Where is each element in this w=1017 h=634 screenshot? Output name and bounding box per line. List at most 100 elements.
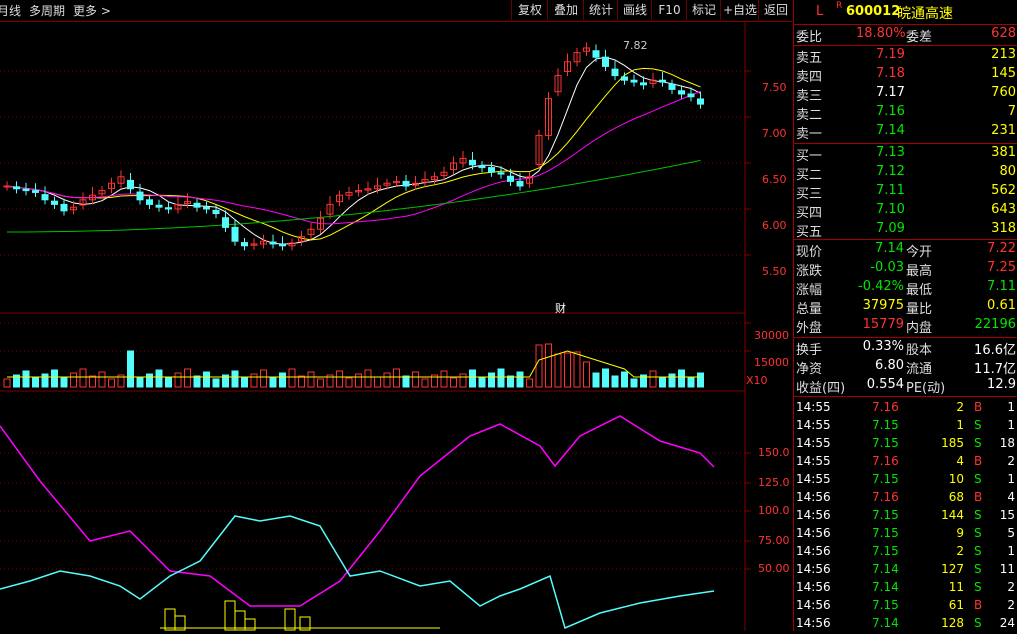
multi-period-tab[interactable]: 多周期 [29, 2, 65, 19]
indicator-tick-label: 100.0 [758, 504, 790, 517]
add-watchlist-button[interactable]: +自选 [720, 0, 759, 20]
bid-label: 买五 [796, 225, 823, 240]
volume-bar [279, 372, 286, 388]
tick-price: 7.16 [872, 400, 899, 414]
stat-value: 15779 [862, 317, 904, 332]
tick-count: 2 [1007, 598, 1015, 612]
f10-button[interactable]: F10 [651, 0, 687, 20]
candle-body [231, 226, 239, 242]
volume-bar [260, 369, 267, 388]
bid-row: 买二 7.12 80 [794, 164, 1017, 183]
stat-row: 外盘 15779 内盘 22196 [794, 317, 1017, 336]
mark-button[interactable]: 标记 [686, 0, 721, 20]
candle-body [602, 56, 609, 67]
tick-count: 1 [1007, 418, 1015, 432]
ask-label: 卖一 [796, 127, 823, 142]
tick-volume: 144 [941, 508, 964, 522]
candle-body [611, 68, 619, 77]
stat-row: 涨跌 -0.03 最高 7.25 [794, 260, 1017, 279]
candle-body [402, 180, 410, 187]
volume-bar [440, 370, 448, 388]
more-menu[interactable]: 更多 > [73, 2, 111, 19]
candle-body [22, 188, 30, 192]
candle-body [497, 172, 505, 175]
candle-body [269, 241, 277, 245]
volume-bar [355, 373, 362, 388]
bid-volume: 381 [991, 145, 1016, 160]
volume-bar [165, 376, 172, 388]
tick-price: 7.15 [872, 436, 899, 450]
tick-time: 14:56 [796, 508, 831, 522]
ask-volume: 145 [991, 66, 1016, 81]
volume-bar [146, 373, 153, 388]
candle-body [488, 167, 495, 173]
tick-price: 7.16 [872, 454, 899, 468]
period-monthly-tab[interactable]: 月线 [0, 2, 21, 19]
volume-bar [526, 378, 533, 388]
volume-bar [554, 353, 562, 388]
volume-bar [602, 368, 609, 388]
volume-tick-label: 15000 [754, 356, 789, 369]
fuquan-button[interactable]: 复权 [511, 0, 548, 20]
r-flag: R [836, 1, 843, 11]
volume-bar [3, 378, 11, 388]
bid-volume: 562 [991, 183, 1016, 198]
candle-body [478, 165, 486, 169]
tick-count: 2 [1007, 580, 1015, 594]
stat-label: 今开 [906, 245, 933, 260]
ask-row: 卖一 7.14 231 [794, 123, 1017, 142]
indicator-bar [164, 608, 176, 631]
fund-value: 0.33% [862, 339, 904, 354]
tick-price: 7.15 [872, 508, 899, 522]
volume-bar [79, 368, 87, 388]
tick-count: 24 [999, 616, 1015, 630]
ask-row: 卖五 7.19 213 [794, 47, 1017, 66]
volume-bar [488, 372, 495, 388]
tick-volume: 185 [941, 436, 964, 450]
bid-label: 买三 [796, 187, 823, 202]
tick-side: S [974, 418, 982, 432]
volume-bar [564, 352, 571, 388]
tick-volume: 9 [956, 526, 964, 540]
volume-bar [60, 376, 68, 388]
weicha-label: 委差 [906, 30, 933, 45]
candle-body [469, 159, 476, 166]
fundamental-row: 收益(四) 0.554 PE(动) 12.9 [794, 377, 1017, 396]
volume-bar [583, 361, 590, 388]
stat-row: 现价 7.14 今开 7.22 [794, 241, 1017, 260]
fund-label: 股本 [906, 343, 933, 358]
tick-row: 14:56 7.15 2 S 1 [794, 544, 1017, 562]
fund-value: 16.6亿 [974, 343, 1016, 358]
finance-marker[interactable]: 财 [555, 301, 566, 315]
bid-row: 买一 7.13 381 [794, 145, 1017, 164]
moving-average-lines [6, 56, 701, 245]
volume-bar [298, 375, 305, 388]
tick-row: 14:56 7.14 128 S 24 [794, 616, 1017, 634]
volume-bar [459, 373, 467, 388]
ask-label: 卖三 [796, 89, 823, 104]
candle-body [241, 242, 248, 247]
stat-label: 总量 [796, 302, 823, 317]
draw-line-button[interactable]: 画线 [617, 0, 652, 20]
statistics-button[interactable]: 统计 [583, 0, 618, 20]
candle-body [146, 199, 153, 205]
stat-value: 7.14 [875, 241, 904, 256]
stock-header: L R 600012 皖通高速 [794, 0, 1017, 24]
volume-bar [127, 350, 134, 388]
chart-toolbar: 月线 多周期 更多 > 复权 叠加 统计 画线 F10 标记 +自选 返回 [0, 0, 792, 22]
tick-price: 7.15 [872, 472, 899, 486]
fund-label: 换手 [796, 343, 823, 358]
fund-value: 12.9 [987, 377, 1016, 392]
kline-chart-area[interactable]: 7.82 财 7.50 7.00 6.50 6.00 5.50 30000 15… [0, 21, 792, 631]
indicator-tick-label: 75.00 [758, 534, 790, 547]
back-button[interactable]: 返回 [758, 0, 793, 20]
candle-body [659, 79, 666, 83]
tick-side: B [974, 490, 983, 504]
candle-body [13, 186, 20, 190]
candle-body [222, 217, 229, 228]
overlay-button[interactable]: 叠加 [547, 0, 584, 20]
volume-bar [697, 372, 704, 388]
stat-label: 最低 [906, 283, 933, 298]
volume-bar [41, 373, 49, 388]
tick-count: 15 [999, 508, 1015, 522]
